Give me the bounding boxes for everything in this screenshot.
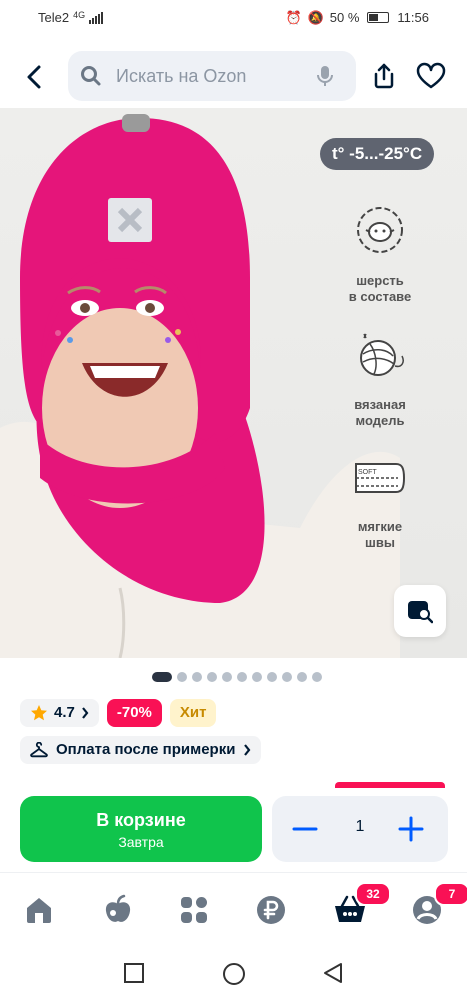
rating-chip[interactable]: 4.7 xyxy=(20,699,99,727)
product-badges: 4.7 -70% Хит xyxy=(20,699,217,727)
feature-label: шерсть в составе xyxy=(348,273,412,304)
battery-percent: 50 % xyxy=(329,10,360,25)
feature-soft-seams: SOFT мягкие швы xyxy=(330,448,430,551)
sheep-icon xyxy=(357,207,403,253)
pager-dot[interactable] xyxy=(312,672,322,682)
quantity-value: 1 xyxy=(355,818,365,835)
feature-label: мягкие швы xyxy=(357,519,403,550)
nav-cart[interactable]: 32 xyxy=(333,882,391,929)
nav-home[interactable] xyxy=(22,893,58,929)
microphone-icon[interactable] xyxy=(316,65,334,87)
feature-wool: шерсть в составе xyxy=(330,202,430,305)
hanger-icon xyxy=(30,742,48,758)
increase-quantity-button[interactable] xyxy=(398,816,424,842)
discount-badge: -70% xyxy=(106,699,162,727)
back-system-button[interactable] xyxy=(322,962,344,984)
hit-badge: Хит xyxy=(169,699,217,727)
nav-fresh[interactable] xyxy=(101,893,137,929)
rating-value: 4.7 xyxy=(54,704,75,721)
delivery-date: Завтра xyxy=(118,834,164,850)
battery-icon xyxy=(367,12,390,23)
star-icon xyxy=(31,705,47,721)
feature-label: вязаная модель xyxy=(354,397,406,428)
pager-dot[interactable] xyxy=(237,672,247,682)
pager-dot[interactable] xyxy=(297,672,307,682)
catalog-grid-icon xyxy=(181,897,207,923)
soft-seams-icon: SOFT xyxy=(355,463,406,493)
bottom-navigation: 32 7 xyxy=(0,872,467,948)
feature-knitted: вязаная модель xyxy=(330,326,430,429)
back-arrow-icon xyxy=(27,65,41,89)
back-button[interactable] xyxy=(20,62,50,92)
product-image[interactable]: t° -5...-25°C шерсть в составе вязаная м… xyxy=(0,108,467,658)
search-header: Искать на Ozon xyxy=(0,48,467,106)
pager-dot-active[interactable] xyxy=(152,672,172,682)
pager-dot[interactable] xyxy=(282,672,292,682)
chevron-right-icon xyxy=(244,744,251,756)
favorite-button[interactable] xyxy=(416,62,446,90)
system-navigation-bar xyxy=(0,948,467,1000)
share-icon xyxy=(374,63,394,89)
temperature-badge: t° -5...-25°C xyxy=(320,138,435,170)
nav-catalog[interactable] xyxy=(177,893,213,929)
carrier-name: Tele2 xyxy=(38,10,70,25)
ruble-icon xyxy=(257,896,285,924)
share-button[interactable] xyxy=(370,62,398,90)
pay-after-fitting-label: Оплата после примерки xyxy=(56,741,236,758)
status-bar: Tele2 4G ⏰ 🔕 50 % 11:56 xyxy=(0,0,467,36)
soft-tag-text: SOFT xyxy=(358,469,377,476)
decrease-quantity-button[interactable] xyxy=(292,816,318,842)
cart-count-badge: 32 xyxy=(355,882,391,906)
price-section-peek xyxy=(335,782,445,788)
signal-icon xyxy=(89,11,104,24)
search-placeholder: Искать на Ozon xyxy=(116,66,247,86)
pay-after-fitting-chip[interactable]: Оплата после примерки xyxy=(20,736,262,764)
network-type: 4G xyxy=(73,9,86,20)
pager-dot[interactable] xyxy=(267,672,277,682)
heart-icon xyxy=(416,62,446,89)
home-system-button[interactable] xyxy=(222,962,246,986)
find-similar-button[interactable] xyxy=(394,585,446,637)
search-input[interactable]: Искать на Ozon xyxy=(68,51,356,101)
alarm-icon: ⏰ xyxy=(285,9,302,25)
apple-icon xyxy=(105,894,131,922)
in-cart-label: В корзине xyxy=(96,810,186,830)
chevron-right-icon xyxy=(82,707,89,719)
image-search-icon xyxy=(408,601,433,624)
profile-count-badge: 7 xyxy=(434,882,467,906)
nav-profile[interactable]: 7 xyxy=(410,882,467,929)
pager-dot[interactable] xyxy=(207,672,217,682)
pager-dot[interactable] xyxy=(177,672,187,682)
pager-dot[interactable] xyxy=(222,672,232,682)
home-icon xyxy=(27,898,51,923)
nav-finance[interactable] xyxy=(254,893,290,929)
gallery-pager[interactable] xyxy=(152,672,322,682)
mute-icon: 🔕 xyxy=(307,9,324,25)
clock: 11:56 xyxy=(397,10,429,25)
recent-apps-button[interactable] xyxy=(123,962,145,984)
yarn-ball-icon xyxy=(360,333,404,376)
quantity-stepper: 1 xyxy=(272,796,448,862)
pager-dot[interactable] xyxy=(192,672,202,682)
pager-dot[interactable] xyxy=(252,672,262,682)
search-icon xyxy=(81,66,101,86)
in-cart-button[interactable]: В корзине Завтра xyxy=(20,796,262,862)
